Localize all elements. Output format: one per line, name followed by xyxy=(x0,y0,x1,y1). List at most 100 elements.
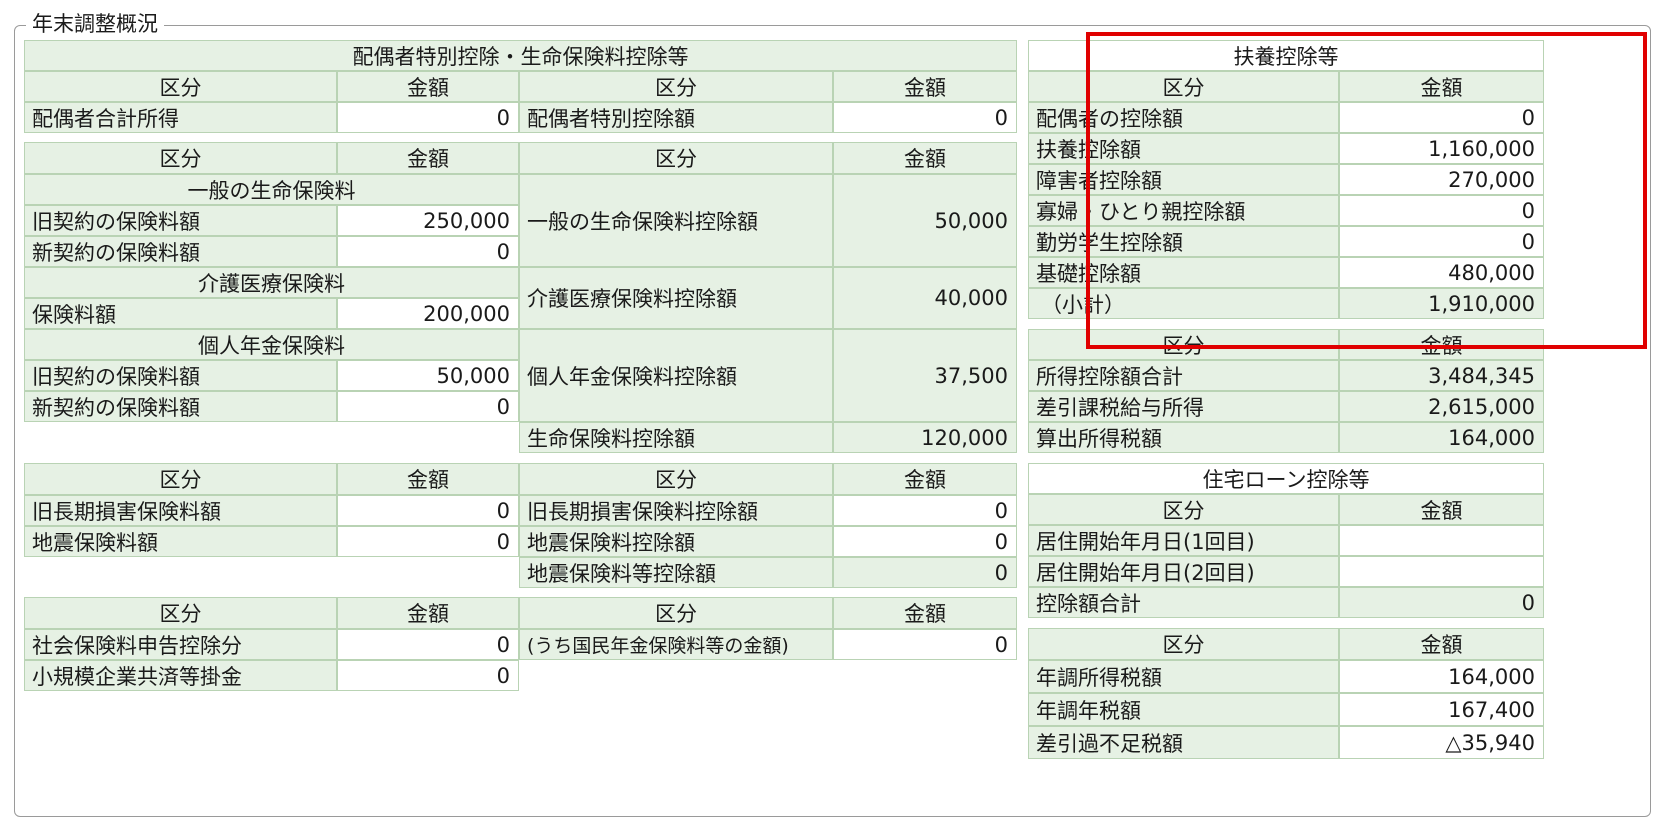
small-enterprise-label: 小規模企業共済等掛金 xyxy=(24,660,337,691)
pension-title: 個人年金保険料 xyxy=(24,329,519,360)
earthquake-premium-field[interactable]: 0 xyxy=(337,526,519,557)
col-header-kubun: 区分 xyxy=(24,71,337,102)
col-header-kubun: 区分 xyxy=(24,463,337,495)
dependents-row-label: 障害者控除額 xyxy=(1028,164,1339,195)
spouse-special-field[interactable]: 0 xyxy=(833,102,1017,133)
col-header-kingaku: 金額 xyxy=(337,597,519,629)
general-deduction-label: 一般の生命保険料控除額 xyxy=(519,174,833,267)
earthquake-deduction-label: 地震保険料控除額 xyxy=(519,526,833,557)
income-row-label: 所得控除額合計 xyxy=(1028,360,1339,391)
pension-new-label: 新契約の保険料額 xyxy=(24,391,337,422)
earthquake-total-value: 0 xyxy=(833,557,1017,588)
old-long-term-field[interactable]: 0 xyxy=(337,495,519,526)
housing-row-label: 居住開始年月日(1回目) xyxy=(1028,525,1339,556)
national-pension-field[interactable]: 0 xyxy=(833,629,1017,660)
housing-start-date-2-field[interactable] xyxy=(1339,556,1544,587)
housing-row-label: 居住開始年月日(2回目) xyxy=(1028,556,1339,587)
final-row-label: 年調年税額 xyxy=(1028,693,1339,726)
col-header-kingaku: 金額 xyxy=(1339,329,1544,360)
col-header-kingaku: 金額 xyxy=(833,597,1017,629)
income-row-value: 3,484,345 xyxy=(1339,360,1544,391)
col-header-kingaku: 金額 xyxy=(833,463,1017,495)
general-old-label: 旧契約の保険料額 xyxy=(24,205,337,236)
pension-deduction-label: 個人年金保険料控除額 xyxy=(519,329,833,422)
spouse-income-field[interactable]: 0 xyxy=(337,102,519,133)
dependents-row-value[interactable]: 270,000 xyxy=(1339,164,1544,195)
housing-section-title: 住宅ローン控除等 xyxy=(1028,463,1544,494)
general-deduction-value: 50,000 xyxy=(833,174,1017,267)
general-old-field[interactable]: 250,000 xyxy=(337,205,519,236)
dependents-row-label: 寡婦・ひとり親控除額 xyxy=(1028,195,1339,226)
dependents-section-title: 扶養控除等 xyxy=(1028,40,1544,71)
old-long-term-label: 旧長期損害保険料額 xyxy=(24,495,337,526)
earthquake-deduction-field[interactable]: 0 xyxy=(833,526,1017,557)
dependents-subtotal-label: （小計） xyxy=(1028,288,1339,319)
old-long-term-deduction-label: 旧長期損害保険料控除額 xyxy=(519,495,833,526)
final-row-value: 164,000 xyxy=(1339,660,1544,693)
spouse-income-label: 配偶者合計所得 xyxy=(24,102,337,133)
dependents-row-value[interactable]: 0 xyxy=(1339,102,1544,133)
final-row-label: 年調所得税額 xyxy=(1028,660,1339,693)
small-enterprise-field[interactable]: 0 xyxy=(337,660,519,691)
dependents-row-value[interactable]: 0 xyxy=(1339,226,1544,257)
col-header-kingaku: 金額 xyxy=(337,71,519,102)
general-new-field[interactable]: 0 xyxy=(337,236,519,267)
pension-deduction-value: 37,500 xyxy=(833,329,1017,422)
col-header-kubun: 区分 xyxy=(24,597,337,629)
earthquake-total-label: 地震保険料等控除額 xyxy=(519,557,833,588)
pension-old-label: 旧契約の保険料額 xyxy=(24,360,337,391)
dependents-row-value[interactable]: 480,000 xyxy=(1339,257,1544,288)
col-header-kingaku: 金額 xyxy=(833,71,1017,102)
group-title: 年末調整概況 xyxy=(26,10,164,38)
general-new-label: 新契約の保険料額 xyxy=(24,236,337,267)
col-header-kubun: 区分 xyxy=(1028,494,1339,525)
spouse-special-label: 配偶者特別控除額 xyxy=(519,102,833,133)
dependents-subtotal-value: 1,910,000 xyxy=(1339,288,1544,319)
housing-total-value: 0 xyxy=(1339,587,1544,618)
col-header-kingaku: 金額 xyxy=(1339,494,1544,525)
col-header-kubun: 区分 xyxy=(519,597,833,629)
col-header-kingaku: 金額 xyxy=(337,142,519,174)
life-total-label: 生命保険料控除額 xyxy=(519,422,833,453)
dependents-row-label: 配偶者の控除額 xyxy=(1028,102,1339,133)
col-header-kubun: 区分 xyxy=(1028,628,1339,660)
pension-new-field[interactable]: 0 xyxy=(337,391,519,422)
col-header-kingaku: 金額 xyxy=(1339,71,1544,102)
social-insurance-field[interactable]: 0 xyxy=(337,629,519,660)
col-header-kingaku: 金額 xyxy=(833,142,1017,174)
final-row-value: 167,400 xyxy=(1339,693,1544,726)
dependents-row-label: 基礎控除額 xyxy=(1028,257,1339,288)
care-deduction-label: 介護医療保険料控除額 xyxy=(519,267,833,329)
col-header-kubun: 区分 xyxy=(519,142,833,174)
care-medical-title: 介護医療保険料 xyxy=(24,267,519,298)
col-header-kubun: 区分 xyxy=(519,71,833,102)
dependents-row-label: 勤労学生控除額 xyxy=(1028,226,1339,257)
final-row-value: △35,940 xyxy=(1339,726,1544,759)
housing-start-date-1-field[interactable] xyxy=(1339,525,1544,556)
income-row-value: 164,000 xyxy=(1339,422,1544,453)
final-row-label: 差引過不足税額 xyxy=(1028,726,1339,759)
general-life-title: 一般の生命保険料 xyxy=(24,174,519,205)
dependents-row-value[interactable]: 1,160,000 xyxy=(1339,133,1544,164)
care-premium-label: 保険料額 xyxy=(24,298,337,329)
housing-row-label: 控除額合計 xyxy=(1028,587,1339,618)
pension-old-field[interactable]: 50,000 xyxy=(337,360,519,391)
care-premium-field[interactable]: 200,000 xyxy=(337,298,519,329)
dependents-row-value[interactable]: 0 xyxy=(1339,195,1544,226)
col-header-kubun: 区分 xyxy=(1028,329,1339,360)
col-header-kubun: 区分 xyxy=(1028,71,1339,102)
earthquake-premium-label: 地震保険料額 xyxy=(24,526,337,557)
income-row-label: 算出所得税額 xyxy=(1028,422,1339,453)
col-header-kubun: 区分 xyxy=(24,142,337,174)
national-pension-label: (うち国民年金保険料等の金額) xyxy=(519,629,833,660)
old-long-term-deduction-field[interactable]: 0 xyxy=(833,495,1017,526)
col-header-kingaku: 金額 xyxy=(337,463,519,495)
income-row-label: 差引課税給与所得 xyxy=(1028,391,1339,422)
col-header-kubun: 区分 xyxy=(519,463,833,495)
dependents-row-label: 扶養控除額 xyxy=(1028,133,1339,164)
spouse-section-title: 配偶者特別控除・生命保険料控除等 xyxy=(24,40,1017,71)
income-row-value: 2,615,000 xyxy=(1339,391,1544,422)
life-total-value: 120,000 xyxy=(833,422,1017,453)
social-insurance-label: 社会保険料申告控除分 xyxy=(24,629,337,660)
col-header-kingaku: 金額 xyxy=(1339,628,1544,660)
